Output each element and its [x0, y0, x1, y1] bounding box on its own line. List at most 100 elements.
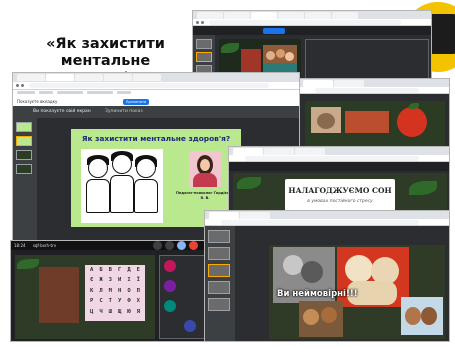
- bookmark-item[interactable]: [39, 91, 53, 94]
- portrait-caption: Педагог-психолог Гордієнко Я. В.: [175, 191, 235, 200]
- teacher-portrait: [189, 151, 221, 187]
- letter: Г: [118, 267, 122, 273]
- letter: К: [90, 287, 94, 294]
- letter: Ц: [90, 308, 94, 315]
- letter: Л: [99, 287, 103, 294]
- slide-thumbnail[interactable]: [208, 247, 230, 260]
- slide-thumbnail[interactable]: [196, 52, 212, 62]
- wow-caption: Ви неймовірні!!!: [277, 289, 358, 299]
- meet-window-letters: 18:24 sqf-bxrh-trv АБВГДЕ ЄЖЗИІЇ КЛМНОП …: [10, 240, 228, 342]
- letter: Д: [127, 267, 131, 273]
- share-stop-button[interactable]: Припинити: [123, 98, 149, 105]
- browser-tab[interactable]: [17, 74, 45, 81]
- children-illustration: [81, 149, 163, 223]
- letter: Є: [90, 277, 94, 284]
- screen-share-banner: Ви показуєте свій екран Зупинити показ: [13, 106, 299, 118]
- browser-tab[interactable]: [264, 148, 294, 155]
- shared-slide: АБВГДЕ ЄЖЗИІЇ КЛМНОП РСТУФХ ЦЧШЩЮЯ: [15, 255, 155, 339]
- bookmarks-bar: [13, 90, 299, 97]
- bookmark-item[interactable]: [57, 91, 83, 94]
- leaf-decoration: [237, 177, 261, 189]
- browser-tab[interactable]: [233, 148, 263, 155]
- browser-tab[interactable]: [104, 74, 132, 81]
- browser-tab[interactable]: [224, 12, 250, 19]
- slide-thumbnail[interactable]: [208, 264, 230, 277]
- browser-tab[interactable]: [197, 12, 223, 19]
- share-notice-text: Показуєте вкладку: [17, 99, 58, 104]
- address-bar: [193, 19, 431, 26]
- slide-canvas: Ви неймовірні!!!: [269, 245, 445, 339]
- letter: Ю: [127, 308, 131, 315]
- letter: М: [108, 287, 112, 294]
- browser-tab[interactable]: [295, 148, 325, 155]
- letter: Ш: [108, 308, 112, 315]
- letter: Щ: [118, 308, 122, 315]
- participant-avatar[interactable]: [164, 280, 176, 292]
- browser-tab[interactable]: [334, 80, 364, 87]
- slide-thumbnail[interactable]: [16, 164, 32, 174]
- slide-thumbnail[interactable]: [16, 122, 32, 132]
- reload-icon[interactable]: [21, 84, 24, 87]
- title-line-1: «Як захистити: [46, 36, 165, 52]
- url-field[interactable]: [29, 83, 269, 88]
- share-banner: [193, 26, 431, 35]
- slide-thumbnail[interactable]: [208, 230, 230, 243]
- slide-thumbnail[interactable]: [16, 136, 32, 146]
- slide-thumbnail[interactable]: [16, 150, 32, 160]
- browser-tab[interactable]: [240, 212, 270, 219]
- mic-icon[interactable]: [153, 241, 162, 250]
- stop-share-button[interactable]: [263, 28, 285, 34]
- letter: Ф: [127, 298, 131, 305]
- share-notice-bar: Показуєте вкладку Припинити: [13, 97, 299, 106]
- stop-share-link[interactable]: Зупинити показ: [105, 106, 143, 118]
- tab-bar: [193, 11, 431, 19]
- participant-avatar[interactable]: [164, 300, 176, 312]
- bookmark-item[interactable]: [87, 91, 113, 94]
- browser-tab[interactable]: [305, 12, 331, 19]
- browser-tab[interactable]: [278, 12, 304, 19]
- browser-tab[interactable]: [75, 74, 103, 81]
- share-banner: [229, 162, 449, 171]
- browser-tab[interactable]: [46, 74, 74, 81]
- back-icon[interactable]: [196, 21, 199, 24]
- browser-tab[interactable]: [209, 212, 239, 219]
- letter-grid: АБВГДЕ ЄЖЗИІЇ КЛМНОП РСТУФХ ЦЧШЩЮЯ: [85, 265, 145, 321]
- browser-tab[interactable]: [133, 74, 161, 81]
- browser-tab[interactable]: [332, 12, 358, 19]
- letter: І: [127, 277, 131, 284]
- leaf-decoration: [221, 43, 239, 53]
- browser-window-wow: Ви неймовірні!!!: [204, 210, 450, 342]
- letter: Б: [99, 267, 103, 273]
- bookmark-item[interactable]: [17, 91, 35, 94]
- letter: Я: [136, 308, 140, 315]
- collage: «Як захистити ментальне здоров'я»: [0, 0, 455, 347]
- letter: Р: [90, 298, 94, 305]
- present-icon[interactable]: [177, 241, 186, 250]
- back-icon[interactable]: [16, 84, 19, 87]
- slide-thumbnail[interactable]: [208, 281, 230, 294]
- text-block: [39, 267, 79, 323]
- banner-text: Ви показуєте свій екран: [33, 109, 91, 114]
- url-field[interactable]: [209, 20, 401, 25]
- letter: Т: [108, 298, 112, 305]
- hangup-icon[interactable]: [189, 241, 198, 250]
- letter: У: [118, 298, 122, 305]
- url-field[interactable]: [315, 88, 419, 93]
- slide-thumbnail[interactable]: [208, 298, 230, 311]
- letter: О: [127, 287, 131, 294]
- browser-tab[interactable]: [251, 12, 277, 19]
- slide-thumbnail[interactable]: [196, 39, 212, 49]
- url-field[interactable]: [221, 220, 419, 225]
- leaf-decoration: [409, 181, 437, 195]
- letter: П: [136, 287, 140, 294]
- forward-icon[interactable]: [201, 21, 204, 24]
- url-field[interactable]: [245, 156, 419, 161]
- sleep-title: НАЛАГОДЖУЄМО СОН: [288, 186, 392, 195]
- camera-icon[interactable]: [165, 241, 174, 250]
- participant-avatar[interactable]: [164, 260, 176, 272]
- tomato-image: [397, 107, 427, 137]
- participant-avatar[interactable]: [184, 320, 196, 332]
- bookmark-item[interactable]: [117, 91, 131, 94]
- browser-tab[interactable]: [303, 80, 333, 87]
- meet-code: sqf-bxrh-trv: [32, 243, 57, 248]
